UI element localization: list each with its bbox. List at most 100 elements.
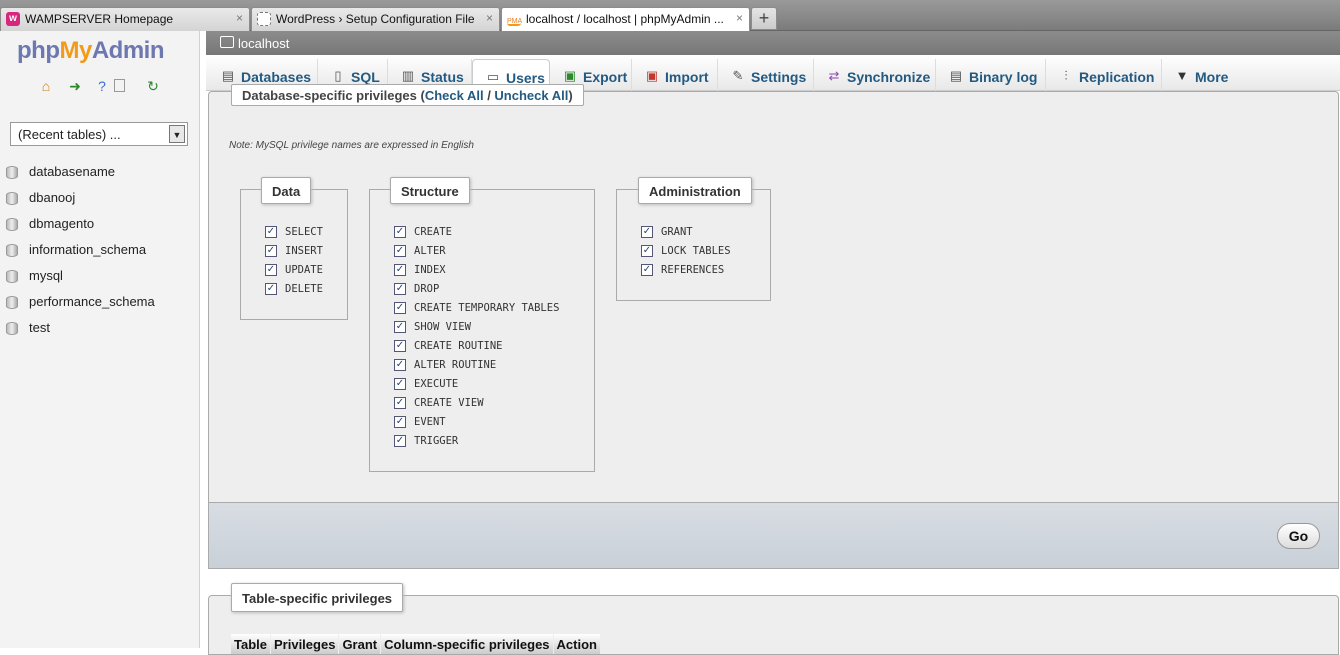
import-icon: ▣ [645, 68, 659, 83]
privilege-label: SELECT [285, 226, 323, 238]
checkbox-checked-icon[interactable]: ✓ [394, 264, 406, 276]
privilege-label: EXECUTE [414, 378, 459, 390]
tab-label: Databases [241, 69, 312, 85]
home-icon[interactable]: ⌂ [38, 78, 54, 94]
tab-synchronize[interactable]: ⇄ Synchronize [814, 59, 936, 91]
documentation-icon[interactable] [114, 79, 125, 92]
help-icon[interactable]: ? [94, 78, 110, 94]
sidebar-item-test[interactable]: test [0, 315, 200, 341]
privilege-label: LOCK TABLES [661, 245, 731, 257]
sidebar-item-mysql[interactable]: mysql [0, 263, 200, 289]
sidebar-item-information-schema[interactable]: information_schema [0, 237, 200, 263]
checkbox-checked-icon[interactable]: ✓ [394, 245, 406, 257]
sidebar-item-dbmagento[interactable]: dbmagento [0, 211, 200, 237]
checkbox-checked-icon[interactable]: ✓ [641, 226, 653, 238]
browser-tab-wampserver[interactable]: w WAMPSERVER Homepage × [0, 7, 250, 31]
privilege-update[interactable]: ✓ UPDATE [265, 262, 323, 281]
tab-binary-log[interactable]: ▤ Binary log [936, 59, 1046, 91]
sidebar-item-databasename[interactable]: databasename [0, 159, 200, 185]
checkbox-checked-icon[interactable]: ✓ [394, 416, 406, 428]
database-icon [6, 270, 18, 283]
checkbox-checked-icon[interactable]: ✓ [394, 397, 406, 409]
privilege-delete[interactable]: ✓ DELETE [265, 281, 323, 300]
go-button[interactable]: Go [1277, 523, 1320, 549]
checkbox-checked-icon[interactable]: ✓ [394, 283, 406, 295]
logout-icon[interactable]: ➜ [67, 78, 83, 94]
checkbox-checked-icon[interactable]: ✓ [641, 245, 653, 257]
privileges-note: Note: MySQL privilege names are expresse… [229, 140, 474, 151]
privilege-insert[interactable]: ✓ INSERT [265, 243, 323, 262]
tab-replication[interactable]: ⫶ Replication [1046, 59, 1162, 91]
checkbox-checked-icon[interactable]: ✓ [265, 226, 277, 238]
privilege-execute[interactable]: ✓ EXECUTE [394, 376, 458, 395]
browser-tab-phpmyadmin[interactable]: PMA localhost / localhost | phpMyAdmin .… [501, 7, 750, 32]
column-header-privileges: Privileges [271, 634, 339, 654]
privilege-show-view[interactable]: ✓ SHOW VIEW [394, 319, 471, 338]
tab-label: Status [421, 69, 464, 85]
privilege-drop[interactable]: ✓ DROP [394, 281, 439, 300]
database-icon [6, 244, 18, 257]
privilege-trigger[interactable]: ✓ TRIGGER [394, 433, 458, 452]
privilege-references[interactable]: ✓ REFERENCES [641, 262, 724, 281]
tab-more[interactable]: ▼ More [1162, 59, 1238, 91]
recent-tables-select[interactable]: (Recent tables) ... ▼ [10, 122, 188, 146]
privilege-event[interactable]: ✓ EVENT [394, 414, 446, 433]
close-icon[interactable]: × [486, 11, 493, 25]
privilege-label: INDEX [414, 264, 446, 276]
checkbox-checked-icon[interactable]: ✓ [265, 245, 277, 257]
checkbox-checked-icon[interactable]: ✓ [394, 340, 406, 352]
checkbox-checked-icon[interactable]: ✓ [394, 321, 406, 333]
privilege-select[interactable]: ✓ SELECT [265, 224, 323, 243]
check-all-link[interactable]: Check All [425, 88, 484, 103]
privilege-grant[interactable]: ✓ GRANT [641, 224, 693, 243]
privilege-label: GRANT [661, 226, 693, 238]
sidebar-item-performance-schema[interactable]: performance_schema [0, 289, 200, 315]
close-icon[interactable]: × [736, 11, 743, 25]
privilege-lock-tables[interactable]: ✓ LOCK TABLES [641, 243, 731, 262]
phpmyadmin-logo[interactable]: phpMyAdmin [17, 37, 165, 65]
browser-tab-bar: w WAMPSERVER Homepage × WordPress › Setu… [0, 0, 1340, 32]
database-name: test [29, 320, 50, 335]
database-icon [6, 296, 18, 309]
privilege-alter[interactable]: ✓ ALTER [394, 243, 446, 262]
privilege-label: CREATE ROUTINE [414, 340, 503, 352]
tab-label: More [1195, 69, 1229, 85]
checkbox-checked-icon[interactable]: ✓ [265, 264, 277, 276]
tab-label: Export [583, 69, 628, 85]
privilege-label: ALTER ROUTINE [414, 359, 497, 371]
privilege-label: DELETE [285, 283, 323, 295]
close-icon[interactable]: × [236, 11, 243, 25]
privilege-create-view[interactable]: ✓ CREATE VIEW [394, 395, 484, 414]
tab-settings[interactable]: ✎ Settings [718, 59, 814, 91]
table-privileges-header: Table Privileges Grant Column-specific p… [231, 634, 601, 654]
server-link[interactable]: localhost [238, 36, 289, 51]
new-tab-button[interactable]: + [751, 7, 777, 30]
page-icon [257, 12, 271, 26]
database-icon [6, 192, 18, 205]
uncheck-all-link[interactable]: Uncheck All [494, 88, 568, 103]
chevron-down-icon[interactable]: ▼ [169, 125, 185, 143]
wrench-icon: ✎ [732, 68, 744, 83]
privilege-create-routine[interactable]: ✓ CREATE ROUTINE [394, 338, 503, 357]
synchronize-icon: ⇄ [828, 68, 840, 83]
column-header-column-privileges: Column-specific privileges [381, 634, 553, 654]
database-icon [6, 322, 18, 335]
reload-icon[interactable]: ↻ [145, 78, 161, 94]
tab-import[interactable]: ▣ Import [632, 59, 718, 91]
checkbox-checked-icon[interactable]: ✓ [394, 302, 406, 314]
privilege-create[interactable]: ✓ CREATE [394, 224, 452, 243]
checkbox-checked-icon[interactable]: ✓ [641, 264, 653, 276]
checkbox-checked-icon[interactable]: ✓ [394, 435, 406, 447]
browser-tab-wordpress[interactable]: WordPress › Setup Configuration File × [251, 7, 500, 31]
checkbox-checked-icon[interactable]: ✓ [394, 378, 406, 390]
checkbox-checked-icon[interactable]: ✓ [265, 283, 277, 295]
privilege-create-temporary-tables[interactable]: ✓ CREATE TEMPORARY TABLES [394, 300, 559, 319]
database-name: databasename [29, 164, 116, 179]
triangle-down-icon: ▼ [1175, 68, 1189, 83]
checkbox-checked-icon[interactable]: ✓ [394, 359, 406, 371]
sidebar-item-dbanooj[interactable]: dbanooj [0, 185, 200, 211]
privilege-alter-routine[interactable]: ✓ ALTER ROUTINE [394, 357, 496, 376]
checkbox-checked-icon[interactable]: ✓ [394, 226, 406, 238]
privilege-index[interactable]: ✓ INDEX [394, 262, 446, 281]
database-name: mysql [29, 268, 63, 283]
